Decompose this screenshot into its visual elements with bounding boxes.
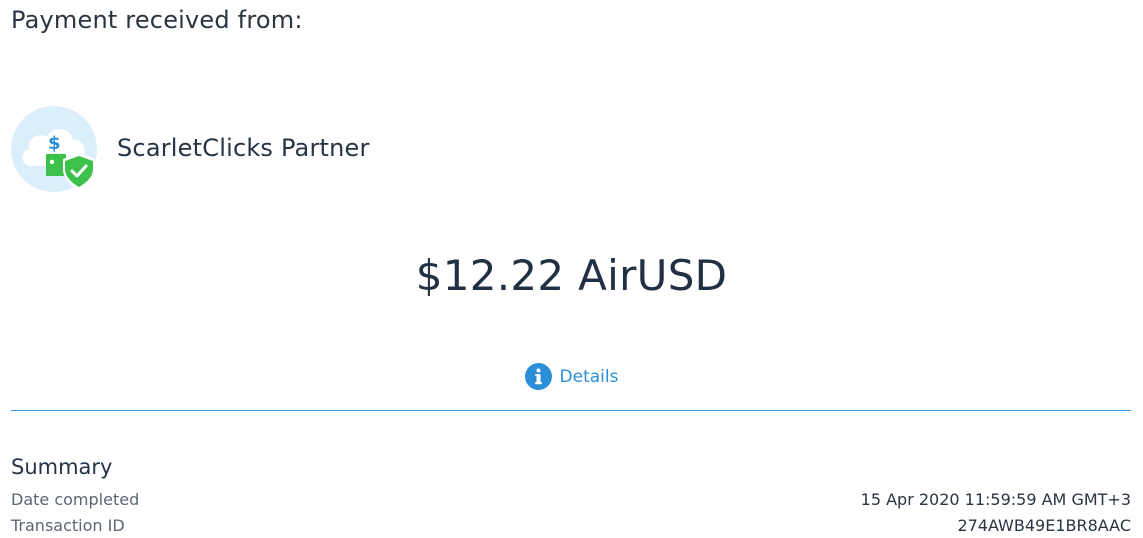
transaction-id-value: 274AWB49E1BR8AAC [957,516,1131,535]
transaction-id-label: Transaction ID [11,516,125,535]
details-label: Details [559,366,619,387]
date-completed-label: Date completed [11,490,140,509]
page-title: Payment received from: [11,6,303,34]
sender-block: $ ScarletClicks Partner [11,106,370,192]
avatar-graphic: $ [11,106,97,192]
verified-payment-icon: $ [11,106,97,192]
divider [11,410,1131,411]
payment-amount: $12.22 AirUSD [415,251,728,300]
details-link[interactable]: Details [524,363,619,390]
summary-row-transaction: Transaction ID 274AWB49E1BR8AAC [11,515,1131,537]
sender-name: ScarletClicks Partner [117,134,370,162]
summary-title: Summary [11,455,113,479]
info-icon [524,363,552,390]
details-link-row: Details [0,363,1143,390]
svg-text:$: $ [48,133,61,154]
date-completed-value: 15 Apr 2020 11:59:59 AM GMT+3 [860,490,1131,509]
summary-row-date: Date completed 15 Apr 2020 11:59:59 AM G… [11,489,1131,511]
